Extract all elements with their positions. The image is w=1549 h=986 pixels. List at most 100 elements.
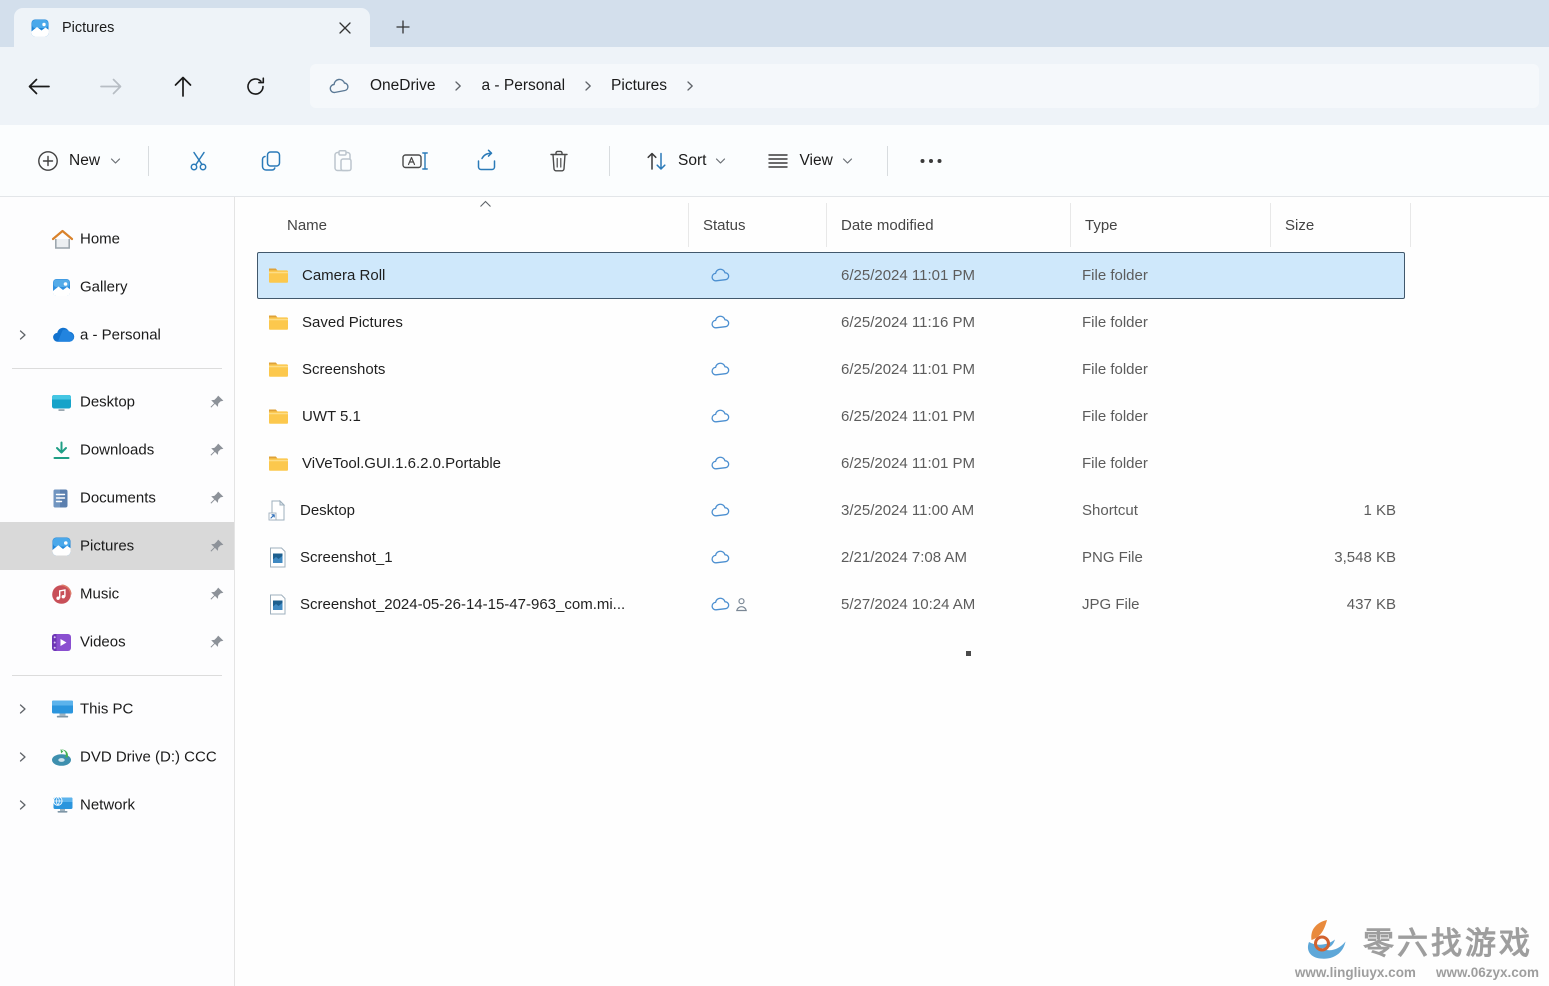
file-list: Camera Roll6/25/2024 11:01 PMFile folder…: [257, 252, 1405, 628]
sidebar-divider: [12, 675, 222, 676]
sidebar-item-downloads[interactable]: Downloads: [0, 426, 234, 474]
file-row-vivetool-gui-1-6-2-0-portable[interactable]: ViVeTool.GUI.1.6.2.0.Portable6/25/2024 1…: [257, 440, 1405, 487]
file-type: File folder: [1071, 361, 1271, 378]
delete-button[interactable]: [535, 139, 583, 183]
file-name: Screenshots: [302, 361, 385, 378]
file-type: JPG File: [1071, 596, 1271, 613]
folder-icon: [268, 361, 289, 378]
sidebar-item-this-pc[interactable]: This PC: [0, 685, 234, 733]
refresh-button[interactable]: [234, 65, 276, 107]
sidebar-item-dvd-drive-d-ccc[interactable]: DVD Drive (D:) CCC: [0, 733, 234, 781]
chevron-down-icon: [110, 157, 121, 165]
chevron-right-icon[interactable]: [17, 329, 28, 342]
file-row-screenshots[interactable]: Screenshots6/25/2024 11:01 PMFile folder: [257, 346, 1405, 393]
breadcrumb-personal[interactable]: a - Personal: [473, 73, 573, 99]
column-label: Size: [1285, 217, 1314, 234]
sidebar-item-label: Videos: [80, 634, 126, 651]
gallery-icon: [51, 276, 75, 298]
cloud-status-icon: [710, 315, 731, 330]
file-status-cell: [689, 597, 827, 612]
pictures-icon: [30, 18, 50, 38]
file-row-saved-pictures[interactable]: Saved Pictures6/25/2024 11:16 PMFile fol…: [257, 299, 1405, 346]
new-tab-button[interactable]: [386, 11, 420, 43]
sidebar-item-label: Music: [80, 586, 119, 603]
cloud-status-icon: [710, 456, 731, 471]
share-button[interactable]: [463, 139, 511, 183]
breadcrumb-pictures[interactable]: Pictures: [603, 73, 675, 99]
file-date-modified: 6/25/2024 11:01 PM: [827, 455, 1071, 472]
column-header-status[interactable]: Status: [689, 203, 827, 247]
file-row-screenshot-1[interactable]: Screenshot_12/21/2024 7:08 AMPNG File3,5…: [257, 534, 1405, 581]
sidebar-item-music[interactable]: Music: [0, 570, 234, 618]
column-header-name[interactable]: Name: [257, 203, 689, 247]
copy-button[interactable]: [247, 139, 295, 183]
cut-button[interactable]: [175, 139, 223, 183]
cloud-status-icon: [710, 550, 731, 565]
more-options-button[interactable]: [908, 139, 954, 183]
new-button-label: New: [69, 152, 100, 170]
pin-icon: [209, 490, 225, 506]
new-button[interactable]: New: [24, 141, 134, 181]
network-icon: [51, 794, 75, 816]
file-date-modified: 6/25/2024 11:01 PM: [827, 408, 1071, 425]
cloud-status-icon: [710, 503, 731, 518]
ellipsis-icon: [919, 158, 943, 164]
view-lines-icon: [766, 151, 790, 171]
sidebar-item-home[interactable]: Home: [0, 215, 234, 263]
rename-button[interactable]: [391, 139, 439, 183]
file-row-camera-roll[interactable]: Camera Roll6/25/2024 11:01 PMFile folder: [257, 252, 1405, 299]
tab-close-icon[interactable]: [332, 15, 358, 41]
sort-button[interactable]: Sort: [632, 141, 738, 181]
file-row-uwt-5-1[interactable]: UWT 5.16/25/2024 11:01 PMFile folder: [257, 393, 1405, 440]
sidebar-item-videos[interactable]: Videos: [0, 618, 234, 666]
sidebar-item-label: Downloads: [80, 442, 154, 459]
sidebar-item-documents[interactable]: Documents: [0, 474, 234, 522]
file-type: Shortcut: [1071, 502, 1271, 519]
file-status-cell: [689, 268, 827, 283]
pin-icon: [209, 586, 225, 602]
chevron-right-icon[interactable]: [17, 751, 28, 764]
cloud-status-icon: [710, 409, 731, 424]
back-button[interactable]: [18, 65, 60, 107]
watermark: 零六找游戏 www.lingliuyx.com www.06zyx.com: [1295, 917, 1539, 980]
cursor-artifact: [966, 651, 971, 656]
file-row-desktop[interactable]: Desktop3/25/2024 11:00 AMShortcut1 KB: [257, 487, 1405, 534]
tab-pictures[interactable]: Pictures: [14, 8, 370, 47]
folder-icon: [268, 408, 289, 425]
column-header-size[interactable]: Size: [1271, 203, 1411, 247]
file-type: File folder: [1071, 267, 1271, 284]
sidebar-item-a-personal[interactable]: a - Personal: [0, 311, 234, 359]
chevron-right-icon[interactable]: [17, 703, 28, 716]
file-row-screenshot-2024-05-26-14-15-47-963-com-mi[interactable]: Screenshot_2024-05-26-14-15-47-963_com.m…: [257, 581, 1405, 628]
arrow-up-icon: [173, 75, 193, 98]
file-name: Screenshot_1: [300, 549, 393, 566]
chevron-right-icon[interactable]: [447, 80, 469, 92]
copy-icon: [258, 148, 284, 174]
desktop-icon: [51, 391, 75, 413]
pin-icon: [209, 538, 225, 554]
tab-bar: Pictures: [0, 0, 1549, 47]
column-header-type[interactable]: Type: [1071, 203, 1271, 247]
view-button[interactable]: View: [754, 142, 864, 180]
file-name-cell: Camera Roll: [258, 267, 689, 284]
onedrive-cloud-icon: [328, 78, 352, 95]
sort-arrows-icon: [644, 150, 669, 172]
chevron-right-icon[interactable]: [17, 799, 28, 812]
arrow-right-icon: [99, 77, 123, 96]
sidebar-item-desktop[interactable]: Desktop: [0, 378, 234, 426]
sidebar-item-gallery[interactable]: Gallery: [0, 263, 234, 311]
sidebar-item-label: Gallery: [80, 279, 128, 296]
up-button[interactable]: [162, 65, 204, 107]
sidebar-item-pictures[interactable]: Pictures: [0, 522, 234, 570]
paste-button[interactable]: [319, 139, 367, 183]
sidebar-item-label: Documents: [80, 490, 156, 507]
forward-button[interactable]: [90, 65, 132, 107]
breadcrumb: OneDrive a - Personal Pictures: [310, 64, 1539, 108]
chevron-right-icon[interactable]: [577, 80, 599, 92]
shared-person-icon: [735, 597, 748, 612]
chevron-right-icon[interactable]: [679, 80, 701, 92]
chevron-down-icon: [715, 157, 726, 165]
breadcrumb-onedrive[interactable]: OneDrive: [362, 73, 443, 99]
column-header-date-modified[interactable]: Date modified: [827, 203, 1071, 247]
sidebar-item-network[interactable]: Network: [0, 781, 234, 829]
